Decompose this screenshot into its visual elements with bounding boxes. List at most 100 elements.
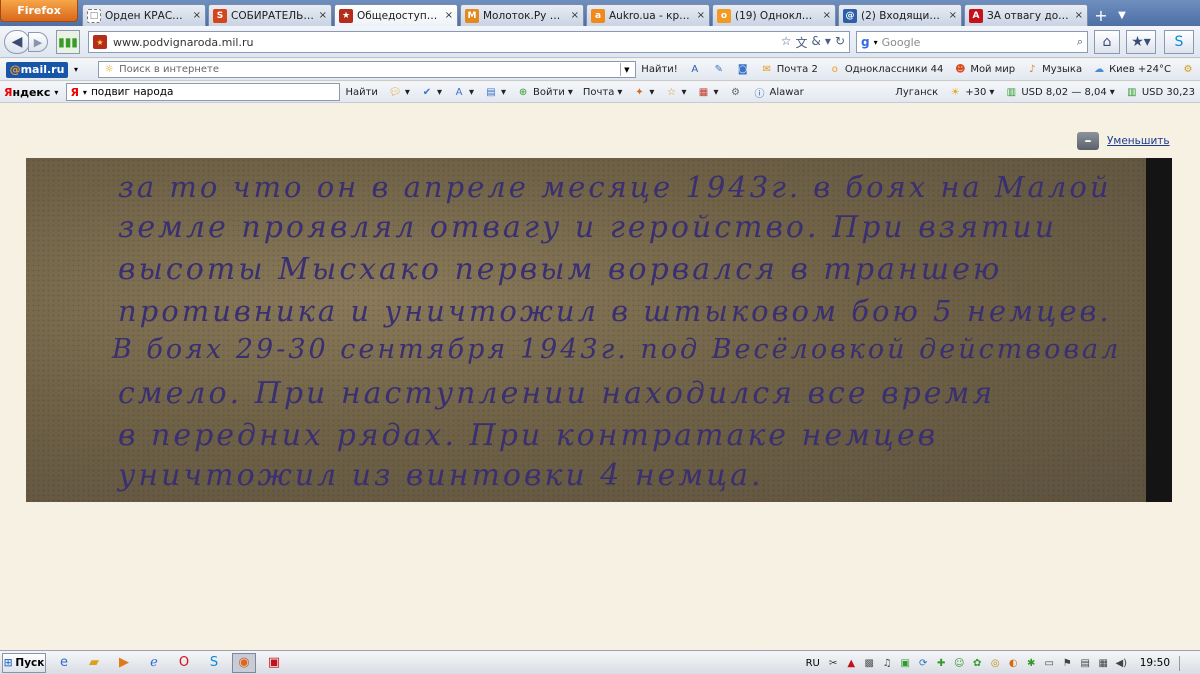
browser-tab[interactable]: a Aukro.ua - крупне... × (586, 4, 710, 26)
mailru-mail-button[interactable]: ✉ Почта 2 (755, 63, 823, 77)
photo-icon[interactable]: ▩ (862, 656, 877, 671)
tab-list-icon[interactable]: ▼ (1112, 4, 1132, 26)
monitor-icon[interactable]: ▭ (1042, 656, 1057, 671)
minus-icon[interactable]: – (1077, 132, 1099, 150)
yandex-search-input[interactable]: Я ▾ подвиг народа (66, 83, 341, 101)
ie2-quicklaunch[interactable]: ℯ (142, 653, 166, 673)
screenshot-button[interactable]: ◙ (731, 63, 755, 77)
favorites-button[interactable]: ☆ ▾ (659, 85, 691, 99)
yandex-widget-button[interactable]: ▦ ▾ (691, 85, 723, 99)
translate-icon[interactable]: 文 (796, 34, 808, 51)
language-indicator[interactable]: RU (803, 656, 823, 671)
flower-icon[interactable]: ✿ (970, 656, 985, 671)
browser-tab[interactable]: S СОБИРАТЕЛЬ :: П... × (208, 4, 332, 26)
update-icon[interactable]: ⟳ (916, 656, 931, 671)
google-engine-icon[interactable]: g (861, 35, 870, 49)
weather-temp-button[interactable]: ☀ +30 ▾ (943, 85, 999, 99)
browser-tab[interactable]: @ (2) Входящие - so... × (838, 4, 962, 26)
speaker-icon[interactable]: ◀) (1114, 656, 1129, 671)
yandex-engine-dropdown-icon[interactable]: ▾ (83, 88, 87, 97)
share-button[interactable]: ✦ ▾ (627, 85, 659, 99)
recycle-icon[interactable]: ◐ (1006, 656, 1021, 671)
shield-icon[interactable]: ✱ (1024, 656, 1039, 671)
back-button[interactable]: ◀ (4, 30, 30, 54)
odnoklassniki-button[interactable]: о Одноклассники 44 (823, 63, 948, 77)
wifi-icon[interactable]: ▦ (1096, 656, 1111, 671)
dictionary-button[interactable]: ▤ ▾ (479, 85, 511, 99)
tab-close-icon[interactable]: × (1075, 10, 1083, 21)
messenger-icon[interactable]: ☺ (952, 656, 967, 671)
yandex-logo[interactable]: Яндекс (4, 86, 50, 99)
search-bar[interactable]: g ▾ Google ⌕ (856, 31, 1088, 53)
engine-dropdown-icon[interactable]: ▾ (874, 38, 878, 47)
mailru-search-input[interactable]: ☼ Поиск в интернете ▼ (98, 61, 637, 78)
firefox-menu-button[interactable]: Firefox (0, 0, 78, 22)
home-button[interactable]: ⌂ (1094, 30, 1120, 54)
flag-icon[interactable]: ⚑ (1060, 656, 1075, 671)
signal-bars-button[interactable]: ▮▮▮ (56, 30, 80, 54)
tab-close-icon[interactable]: × (823, 10, 831, 21)
font-size-button[interactable]: A (683, 63, 707, 77)
ie-quicklaunch[interactable]: e (52, 653, 76, 673)
tab-close-icon[interactable]: × (445, 10, 453, 21)
yandex-menu-arrow-icon[interactable]: ▾ (54, 88, 58, 97)
yandex-settings-button[interactable]: ⚙ (724, 85, 748, 99)
tab-close-icon[interactable]: × (571, 10, 579, 21)
weather-button[interactable]: ☁ Киев +24°C (1087, 63, 1176, 77)
show-desktop-button[interactable] (1179, 655, 1194, 671)
start-button[interactable]: ⊞ Пуск (2, 652, 46, 673)
mailru-logo[interactable]: @ mail.ru (6, 61, 69, 78)
music-button[interactable]: ♪ Музыка (1020, 63, 1087, 77)
browser-tab[interactable]: □ Орден КРАСНОЙ ... × (82, 4, 206, 26)
browser-tab[interactable]: ★ Общедоступный ... × (334, 4, 458, 26)
clock[interactable]: 19:50 (1140, 657, 1170, 669)
translate-button[interactable]: A ▾ (447, 85, 479, 99)
media-quicklaunch[interactable]: ▶ (112, 653, 136, 673)
mailru-find-button[interactable]: Найти! (636, 64, 682, 75)
tab-close-icon[interactable]: × (697, 10, 705, 21)
dropdown-arrow-icon[interactable]: ▾ (825, 34, 831, 51)
app-taskbar-button[interactable]: ▣ (262, 653, 286, 673)
firefox-taskbar-button[interactable]: ◉ (232, 652, 256, 673)
yandex-find-button[interactable]: Найти (340, 87, 382, 98)
tray-app-icon[interactable]: ◎ (988, 656, 1003, 671)
antivirus-icon[interactable]: ✚ (934, 656, 949, 671)
reload-icon[interactable]: ↻ (835, 34, 845, 51)
skype-button[interactable]: S (1164, 30, 1194, 54)
browser-tab[interactable]: A ЗА отвагу док РФ... × (964, 4, 1088, 26)
mailru-settings-button[interactable]: ⚙ (1176, 63, 1200, 77)
ampersand-icon[interactable]: & (812, 34, 821, 51)
bookmark-star-icon[interactable]: ☆ (781, 34, 792, 51)
volume-icon[interactable]: ♫ (880, 656, 895, 671)
city-label[interactable]: Луганск (890, 87, 943, 98)
bookmarks-button[interactable]: ★▾ (1126, 30, 1156, 54)
tray-tool-icon[interactable]: ✂ (826, 656, 841, 671)
tab-close-icon[interactable]: × (193, 10, 201, 21)
comments-button[interactable]: 💬︎ ▾ (383, 85, 415, 99)
new-tab-button[interactable]: + (1090, 4, 1112, 26)
zoom-out-control[interactable]: – Уменьшить (1077, 132, 1170, 150)
opera-quicklaunch[interactable]: O (172, 653, 196, 673)
url-bar[interactable]: ★ www.podvignaroda.mil.ru ☆ 文 & ▾ ↻ (88, 31, 850, 53)
forward-button[interactable]: ▶ (28, 32, 48, 52)
zoom-out-link[interactable]: Уменьшить (1107, 135, 1170, 147)
mailru-search-dropdown-icon[interactable]: ▼ (620, 63, 632, 76)
printer-icon[interactable]: ▤ (1078, 656, 1093, 671)
yandex-login-button[interactable]: ⊕ Войти ▾ (511, 85, 578, 99)
tab-close-icon[interactable]: × (949, 10, 957, 21)
pdf-icon[interactable]: ▲ (844, 656, 859, 671)
mailru-menu-arrow-icon[interactable]: ▾ (74, 65, 78, 74)
alawar-button[interactable]: ⓘ Alawar (748, 85, 809, 100)
moi-mir-button[interactable]: ☻ Мой мир (948, 63, 1020, 77)
currency-button-2[interactable]: ▥ USD 30,23 (1120, 85, 1200, 99)
magnifier-icon[interactable]: ⌕ (1077, 35, 1083, 49)
highlight-button[interactable]: ✎ (707, 63, 731, 77)
yandex-mail-button[interactable]: Почта ▾ (578, 87, 628, 98)
browser-tab[interactable]: о (19) Одноклассни... × (712, 4, 836, 26)
skype-quicklaunch[interactable]: S (202, 653, 226, 673)
tab-close-icon[interactable]: × (319, 10, 327, 21)
currency-button-1[interactable]: ▥ USD 8,02 — 8,04 ▾ (999, 85, 1119, 99)
spellcheck-button[interactable]: ✔ ▾ (415, 85, 447, 99)
browser-tab[interactable]: M Молоток.Ру — от... × (460, 4, 584, 26)
network-icon[interactable]: ▣ (898, 656, 913, 671)
